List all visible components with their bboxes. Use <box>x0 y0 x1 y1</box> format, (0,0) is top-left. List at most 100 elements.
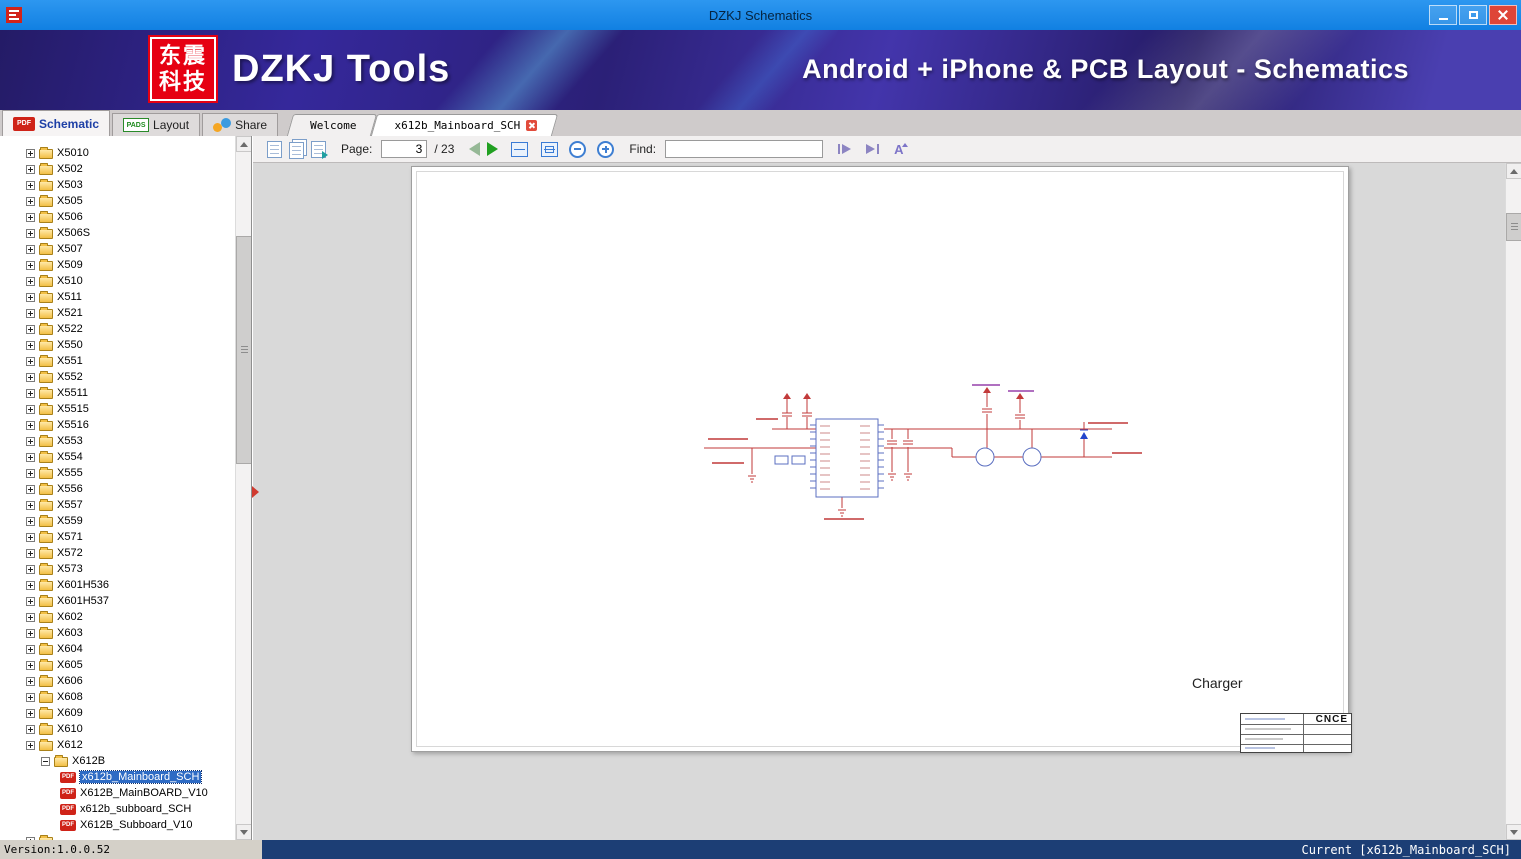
tree-folder-row[interactable] <box>0 833 234 840</box>
tree-folder-row[interactable]: X553 <box>0 433 234 449</box>
tree-folder-row[interactable]: X551 <box>0 353 234 369</box>
tree-pdf-row[interactable]: PDF X612B_Subboard_V10 <box>0 817 234 833</box>
tree-folder-row[interactable]: X573 <box>0 561 234 577</box>
scroll-up-button[interactable] <box>1506 163 1521 179</box>
doc-tab-welcome[interactable]: Welcome <box>290 114 374 136</box>
splitter-collapse-icon[interactable] <box>252 486 259 498</box>
tree-folder-row[interactable]: X609 <box>0 705 234 721</box>
tree-folder-row[interactable]: X522 <box>0 321 234 337</box>
tree-folder-row[interactable]: X502 <box>0 161 234 177</box>
tree-folder-row[interactable]: X5010 <box>0 145 234 161</box>
expand-icon[interactable] <box>26 692 35 702</box>
expand-icon[interactable] <box>26 596 35 606</box>
expand-icon[interactable] <box>26 516 35 526</box>
tab-layout[interactable]: PADS Layout <box>112 113 201 136</box>
expand-icon[interactable] <box>26 740 35 750</box>
tree-folder-row[interactable]: X556 <box>0 481 234 497</box>
find-next-icon[interactable] <box>865 143 881 155</box>
single-page-icon[interactable] <box>267 140 282 158</box>
tree-scrollbar-thumb[interactable] <box>236 236 251 464</box>
expand-icon[interactable] <box>26 324 35 334</box>
minimize-button[interactable] <box>1429 5 1457 25</box>
find-input[interactable] <box>665 140 824 158</box>
multi-page-icon[interactable] <box>289 142 304 159</box>
expand-icon[interactable] <box>26 660 35 670</box>
tree-folder-row[interactable]: X521 <box>0 305 234 321</box>
tree-folder-row[interactable]: X505 <box>0 193 234 209</box>
tree-folder-row[interactable]: X557 <box>0 497 234 513</box>
expand-icon[interactable] <box>26 244 35 254</box>
expand-icon[interactable] <box>26 404 35 414</box>
tree-pdf-row[interactable]: PDF X612B_MainBOARD_V10 <box>0 785 234 801</box>
expand-icon[interactable] <box>26 212 35 222</box>
expand-icon[interactable] <box>26 708 35 718</box>
expand-icon[interactable] <box>26 484 35 494</box>
expand-icon[interactable] <box>26 676 35 686</box>
fit-page-icon[interactable] <box>541 141 559 157</box>
expand-icon[interactable] <box>26 500 35 510</box>
tree-folder-row[interactable]: X552 <box>0 369 234 385</box>
tree-folder-row[interactable]: X605 <box>0 657 234 673</box>
zoom-out-icon[interactable] <box>569 140 587 158</box>
expand-icon[interactable] <box>26 164 35 174</box>
tree-folder-row[interactable]: X507 <box>0 241 234 257</box>
find-previous-icon[interactable] <box>836 143 852 155</box>
tab-schematic[interactable]: PDF Schematic <box>2 110 111 136</box>
tree-pdf-row[interactable]: PDF x612b_Mainboard_SCH <box>0 769 234 785</box>
tree-folder-row[interactable]: X5515 <box>0 401 234 417</box>
tree-folder-row[interactable]: X612B <box>0 753 234 769</box>
tree-folder-row[interactable]: X601H536 <box>0 577 234 593</box>
collapse-icon[interactable] <box>41 756 50 766</box>
font-size-icon[interactable]: A <box>894 142 910 157</box>
tab-share[interactable]: Share <box>202 113 279 136</box>
tree-folder-row[interactable]: X554 <box>0 449 234 465</box>
expand-icon[interactable] <box>26 356 35 366</box>
tree-folder-row[interactable]: X572 <box>0 545 234 561</box>
expand-icon[interactable] <box>26 564 35 574</box>
expand-icon[interactable] <box>26 196 35 206</box>
tree-folder-row[interactable]: X506 <box>0 209 234 225</box>
expand-icon[interactable] <box>26 276 35 286</box>
expand-icon[interactable] <box>26 372 35 382</box>
tree-folder-row[interactable]: X608 <box>0 689 234 705</box>
tree-folder-row[interactable]: X555 <box>0 465 234 481</box>
expand-icon[interactable] <box>26 468 35 478</box>
expand-icon[interactable] <box>26 388 35 398</box>
tree-folder-row[interactable]: X559 <box>0 513 234 529</box>
tree-folder-row[interactable]: X610 <box>0 721 234 737</box>
expand-icon[interactable] <box>26 180 35 190</box>
expand-icon[interactable] <box>26 532 35 542</box>
tree-folder-row[interactable]: X511 <box>0 289 234 305</box>
scroll-down-button[interactable] <box>1506 824 1521 840</box>
doc-tab-close-icon[interactable] <box>526 119 538 131</box>
tree-scrollbar[interactable] <box>235 136 251 840</box>
tree-folder-row[interactable]: X606 <box>0 673 234 689</box>
tree-folder-row[interactable]: X5511 <box>0 385 234 401</box>
tree-folder-row[interactable]: X5516 <box>0 417 234 433</box>
fit-width-icon[interactable] <box>511 141 529 157</box>
doc-tab-mainboard-sch[interactable]: x612b_Mainboard_SCH <box>374 114 555 136</box>
tree-folder-row[interactable]: X601H537 <box>0 593 234 609</box>
tree-pdf-row[interactable]: PDF x612b_subboard_SCH <box>0 801 234 817</box>
expand-icon[interactable] <box>26 580 35 590</box>
expand-icon[interactable] <box>26 292 35 302</box>
maximize-button[interactable] <box>1459 5 1487 25</box>
previous-page-icon[interactable] <box>469 142 481 156</box>
expand-icon[interactable] <box>26 548 35 558</box>
expand-icon[interactable] <box>26 644 35 654</box>
expand-icon[interactable] <box>26 452 35 462</box>
expand-icon[interactable] <box>26 228 35 238</box>
expand-icon[interactable] <box>26 260 35 270</box>
zoom-in-icon[interactable] <box>597 140 615 158</box>
tree-folder-row[interactable]: X550 <box>0 337 234 353</box>
tree-folder-row[interactable]: X509 <box>0 257 234 273</box>
expand-icon[interactable] <box>26 340 35 350</box>
close-button[interactable] <box>1489 5 1517 25</box>
next-page-icon[interactable] <box>487 142 499 156</box>
expand-icon[interactable] <box>26 436 35 446</box>
expand-icon[interactable] <box>26 420 35 430</box>
tree-folder-row[interactable]: X604 <box>0 641 234 657</box>
expand-icon[interactable] <box>26 308 35 318</box>
page-number-input[interactable] <box>381 140 428 158</box>
tree-folder-row[interactable]: X602 <box>0 609 234 625</box>
